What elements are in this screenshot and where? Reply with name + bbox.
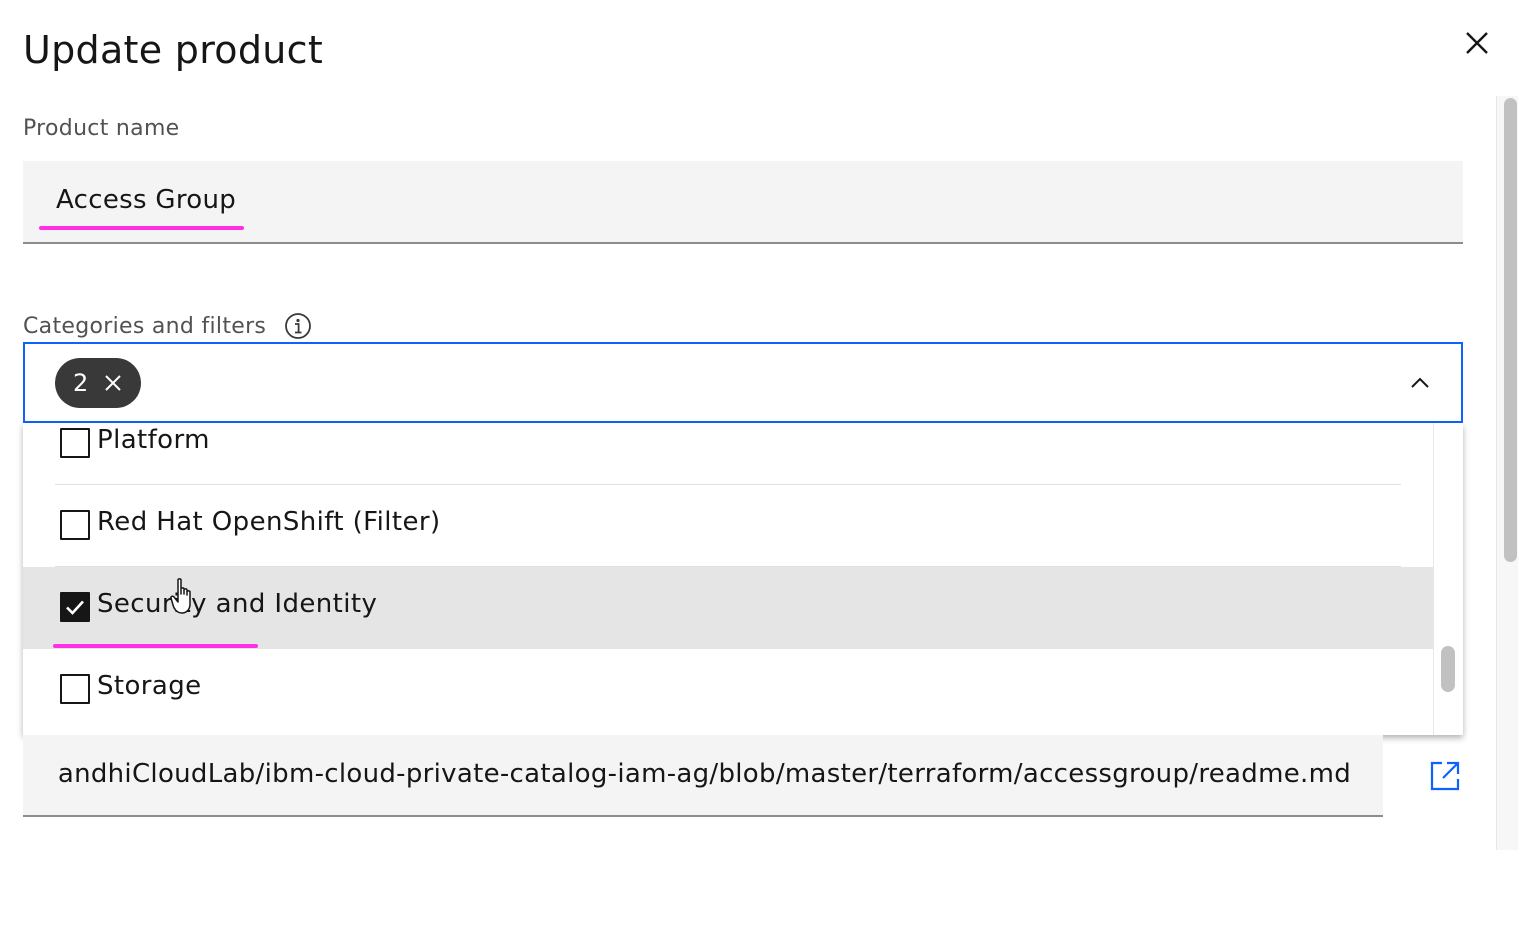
product-name-value: Access Group [56, 185, 237, 215]
categories-label: Categories and filters [23, 313, 267, 339]
menu-item-label: Platform [97, 425, 210, 455]
chevron-up-icon[interactable] [1409, 372, 1431, 394]
menu-item-storage[interactable]: Storage [23, 649, 1433, 731]
checkmark-icon [66, 600, 84, 615]
selected-count: 2 [73, 369, 89, 397]
clear-selection-icon[interactable] [102, 372, 124, 394]
menu-item-label: Red Hat OpenShift (Filter) [97, 507, 441, 537]
product-name-label: Product name [23, 116, 180, 141]
page-scrollbar-thumb[interactable] [1504, 98, 1517, 562]
menu-item-red-hat-openshift[interactable]: Red Hat OpenShift (Filter) [23, 485, 1433, 567]
menu-item-platform[interactable]: Platform [23, 423, 1433, 485]
highlight-underline [53, 644, 258, 648]
categories-multiselect[interactable]: 2 [23, 342, 1463, 423]
readme-url-value: andhiCloudLab/ibm-cloud-private-catalog-… [57, 759, 1351, 789]
checkbox-checked[interactable] [60, 592, 90, 622]
menu-item-label: Storage [97, 671, 202, 701]
close-button[interactable] [1456, 22, 1498, 64]
categories-label-row: Categories and filters [23, 312, 312, 340]
menu-item-label: Security and Identity [97, 589, 378, 619]
product-name-input[interactable]: Access Group [23, 161, 1463, 244]
dropdown-scrollbar[interactable] [1433, 423, 1463, 735]
close-icon [1465, 31, 1489, 55]
dropdown-scrollbar-thumb[interactable] [1441, 646, 1455, 692]
categories-dropdown-menu: Platform Red Hat OpenShift (Filter) Secu… [23, 423, 1463, 735]
menu-item-security-and-identity[interactable]: Security and Identity [23, 567, 1433, 649]
modal-title: Update product [23, 28, 324, 72]
info-icon[interactable] [284, 312, 312, 340]
checkbox[interactable] [60, 510, 90, 540]
readme-url-input[interactable]: andhiCloudLab/ibm-cloud-private-catalog-… [23, 735, 1383, 817]
launch-icon[interactable] [1428, 759, 1462, 793]
update-product-modal: Update product Product name Access Group… [0, 0, 1518, 938]
checkbox[interactable] [60, 674, 90, 704]
highlight-underline [39, 226, 244, 230]
selected-count-tag: 2 [55, 358, 141, 408]
checkbox[interactable] [60, 428, 90, 458]
page-scrollbar[interactable] [1496, 96, 1518, 850]
